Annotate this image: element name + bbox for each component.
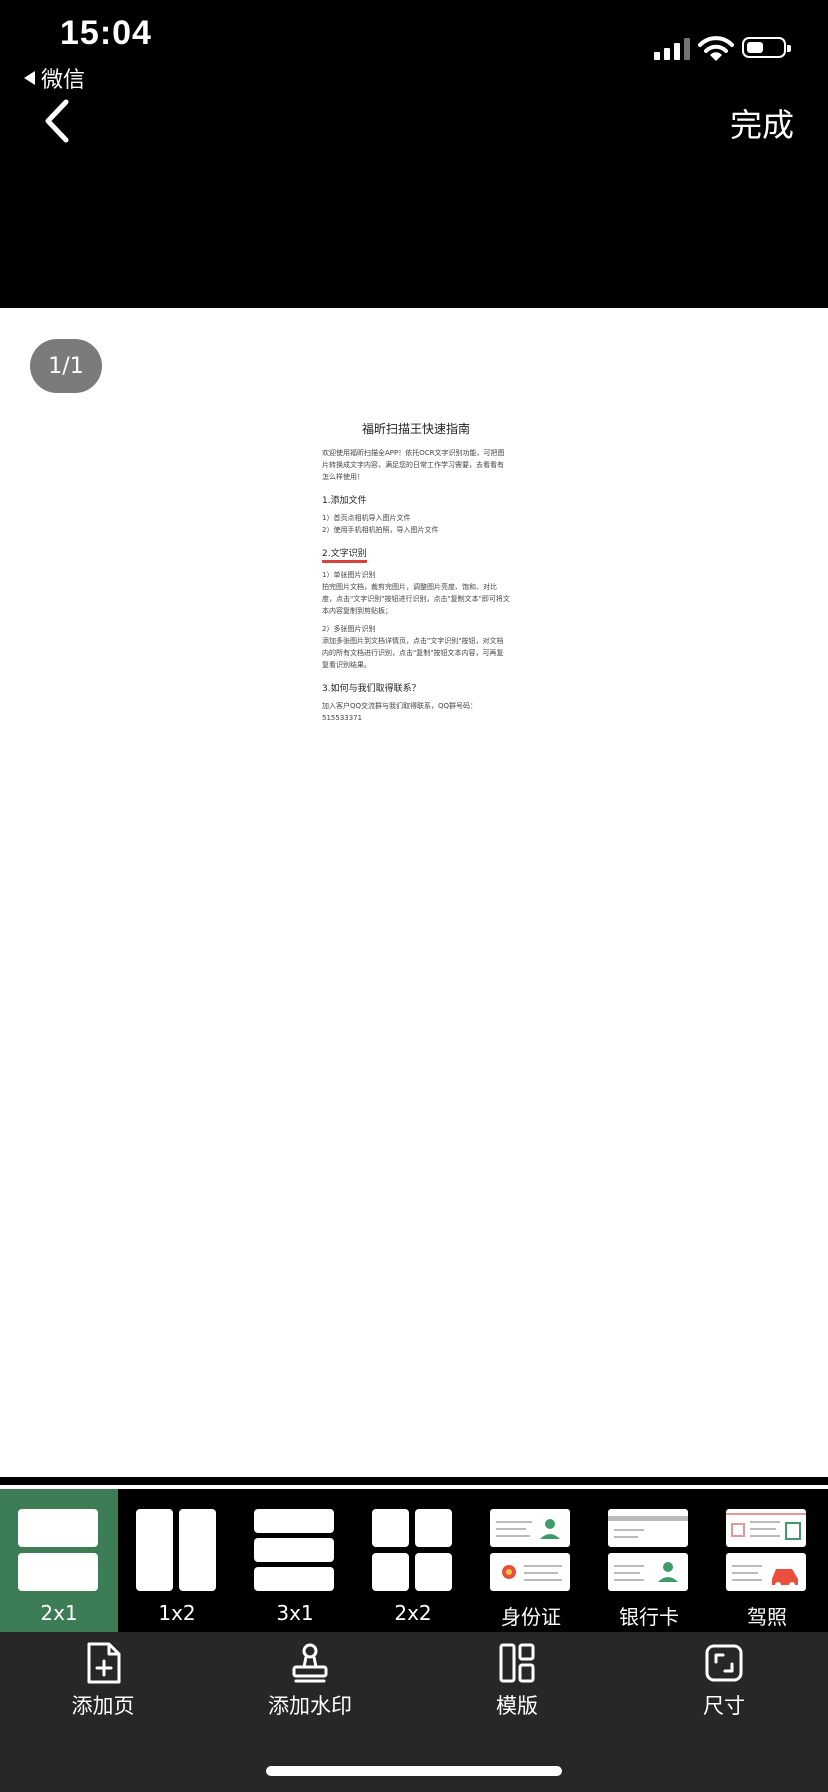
back-app-label: 微信: [41, 68, 86, 93]
template-label: 模版: [496, 1694, 538, 1718]
template-1x2[interactable]: 1x2: [118, 1489, 236, 1632]
doc-section-1-line-2: 2）使用手机相机拍照，导入图片文件: [322, 526, 439, 534]
size-label: 尺寸: [703, 1694, 745, 1718]
template-button[interactable]: 模版: [437, 1632, 597, 1742]
back-chevron-icon[interactable]: [38, 96, 78, 146]
done-button[interactable]: 完成: [730, 100, 794, 146]
add-watermark-button[interactable]: 添加水印: [230, 1632, 390, 1742]
template-label: 3x1: [276, 1601, 314, 1625]
doc-section-1-title: 1.添加文件: [322, 496, 367, 506]
template-driver-license[interactable]: 驾照: [708, 1489, 826, 1632]
size-crop-icon: [705, 1644, 743, 1682]
panel-divider: [0, 1477, 828, 1485]
cellular-signal-icon: [654, 38, 690, 60]
back-to-app-link[interactable]: 微信: [24, 62, 85, 94]
top-bar: 15:04 微信 完成: [0, 0, 828, 308]
doc-title: 福昕扫描王快速指南: [361, 422, 470, 436]
add-page-button[interactable]: 添加页: [23, 1632, 183, 1742]
template-layout-icon: [499, 1643, 535, 1683]
battery-icon: [742, 37, 791, 58]
template-3x1[interactable]: 3x1: [236, 1489, 354, 1632]
doc-section-3-para: 加入客户QQ交流群与我们取得联系，QQ群号码：: [322, 702, 478, 710]
template-2x2[interactable]: 2x2: [354, 1489, 472, 1632]
add-watermark-label: 添加水印: [268, 1694, 352, 1718]
status-time: 15:04: [60, 14, 152, 52]
stamp-icon: [292, 1643, 328, 1683]
template-2x1[interactable]: 2x1: [0, 1489, 118, 1632]
doc-section-2-title: 2.文字识别: [322, 546, 367, 563]
layout-2x1-icon: [18, 1509, 98, 1591]
template-id-card[interactable]: 身份证: [472, 1489, 590, 1632]
wifi-icon: [698, 36, 734, 61]
doc-section-3-qq: 515533371: [322, 714, 363, 722]
page-indicator-badge: 1/1: [30, 339, 102, 393]
template-label: 身份证: [501, 1605, 561, 1629]
add-page-label: 添加页: [71, 1694, 135, 1718]
doc-section-2-para-2: 添加多张图片到文档详情页，点击"文字识别"按钮，对文档内的所有文档进行识别，点击…: [322, 637, 504, 669]
doc-section-2-para-1: 拍完图片文档，裁剪完图片，调整图片亮度、饱和、对比度，点击"文字识别"按钮进行识…: [322, 583, 510, 615]
doc-intro: 欢迎使用福昕扫描全APP！依托OCR文字识别功能，可把图片转换成文字内容，满足您…: [322, 449, 505, 481]
size-button[interactable]: 尺寸: [644, 1632, 804, 1742]
template-label: 驾照: [747, 1605, 787, 1629]
doc-section-3-title: 3.如何与我们取得联系？: [322, 684, 421, 694]
doc-section-2-sub-2: 2）多张图片识别: [322, 625, 376, 633]
battery-tip: [787, 45, 791, 52]
layout-1x2-icon: [136, 1509, 216, 1591]
doc-section-1-line-1: 1）首页点相机导入图片文件: [322, 514, 411, 522]
template-label: 银行卡: [619, 1605, 679, 1629]
template-selector: 2x1 1x2 3x1 2x2 身份证 银行卡 驾照: [0, 1489, 828, 1632]
doc-section-2-sub-1: 1）单张图片识别: [322, 571, 376, 579]
template-label: 2x2: [394, 1601, 432, 1625]
battery-level: [747, 42, 763, 53]
layout-2x2-icon: [372, 1509, 452, 1591]
home-indicator[interactable]: [266, 1766, 562, 1776]
id-card-icon: [490, 1509, 570, 1591]
template-bank-card[interactable]: 银行卡: [590, 1489, 708, 1632]
template-label: 1x2: [158, 1601, 196, 1625]
template-label: 2x1: [40, 1601, 78, 1625]
layout-3x1-icon: [254, 1509, 334, 1591]
back-triangle-icon: [24, 71, 35, 85]
driver-license-icon: [726, 1509, 806, 1591]
document-preview[interactable]: 福昕扫描王快速指南 欢迎使用福昕扫描全APP！依托OCR文字识别功能，可把图片转…: [322, 420, 510, 730]
add-page-icon: [87, 1642, 121, 1684]
bank-card-icon: [608, 1509, 688, 1591]
